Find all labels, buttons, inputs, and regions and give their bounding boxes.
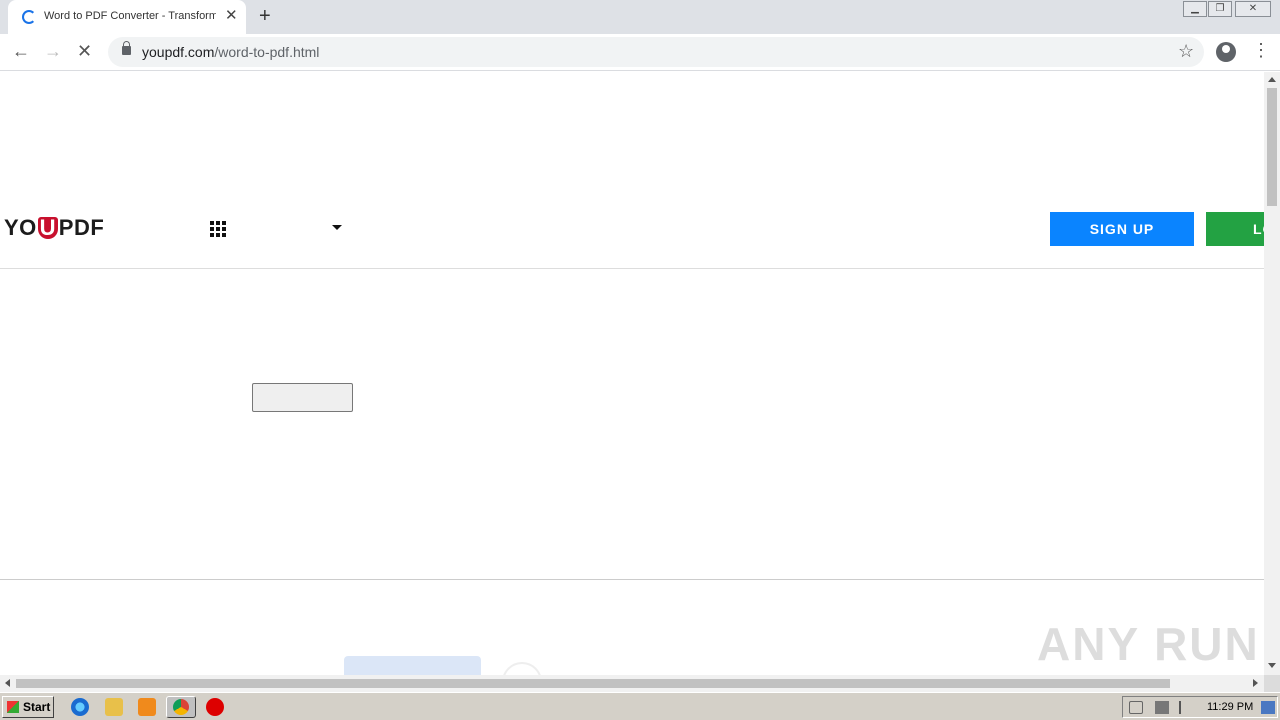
bookmark-star-icon[interactable]: ☆ [1178,41,1194,62]
browser-toolbar: ← → ✕ youpdf.com/word-to-pdf.html ☆ ⋮ [0,34,1280,71]
tab-close-button[interactable]: ✕ [225,8,238,24]
horizontal-scrollbar[interactable] [0,675,1264,692]
anyrun-watermark: ANY RUN [1037,618,1260,670]
logo-text-left: YO [4,215,37,240]
scrollbar-corner [1264,675,1280,692]
back-arrow-icon[interactable]: ← [12,41,30,61]
vertical-scrollbar[interactable] [1264,72,1280,675]
windows-taskbar: Start 11:29 PM [0,692,1280,720]
sign-up-button[interactable]: SIGN UP [1050,212,1194,246]
new-tab-button[interactable]: + [259,6,271,26]
logo-text-right: PDF [58,215,105,240]
header-divider [0,268,1264,269]
windows-flag-icon [7,701,19,713]
tab-title: Word to PDF Converter - Transform [44,10,216,22]
taskbar-clock[interactable]: 11:29 PM [1207,701,1253,713]
minimize-button[interactable]: ▁ [1183,1,1207,17]
dropdown-caret-icon[interactable] [332,225,342,230]
logo-u-mark: U [37,215,58,240]
browser-menu-icon[interactable]: ⋮ [1252,40,1270,61]
opera-icon[interactable] [206,698,224,716]
restore-button[interactable]: ❐ [1208,1,1232,17]
network-icon[interactable] [1155,701,1169,714]
section-divider [0,579,1264,580]
scroll-up-arrow-icon[interactable] [1268,77,1276,82]
start-label: Start [23,700,51,714]
speaker-icon[interactable] [1129,701,1143,714]
scroll-down-arrow-icon[interactable] [1268,663,1276,668]
scroll-right-arrow-icon[interactable] [1253,679,1258,687]
profile-avatar-icon[interactable] [1216,42,1236,62]
chrome-icon [173,699,189,715]
scroll-left-arrow-icon[interactable] [5,679,10,687]
url-text[interactable]: youpdf.com/word-to-pdf.html [142,44,319,60]
stop-loading-icon[interactable]: ✕ [77,41,92,61]
web-page: YOUPDF SIGN UP LOGIN ANY RUN [0,72,1264,675]
close-window-button[interactable]: ✕ [1235,1,1271,17]
start-button[interactable]: Start [2,696,54,718]
login-button[interactable]: LOGIN [1206,212,1264,246]
tab-strip: Word to PDF Converter - Transform ✕ + ▁ … [0,0,1280,34]
show-desktop-icon[interactable] [1261,701,1275,714]
upload-button-placeholder[interactable] [252,383,353,412]
url-path: /word-to-pdf.html [214,44,320,60]
vertical-scroll-thumb[interactable] [1267,88,1277,206]
chrome-taskbar-button[interactable] [166,696,196,718]
lock-icon[interactable] [122,41,131,55]
loading-spinner-icon [22,10,36,24]
media-player-icon[interactable] [138,698,156,716]
loading-circle-placeholder [502,662,542,675]
url-domain: youpdf.com [142,44,215,60]
action-center-flag-icon[interactable] [1179,701,1193,714]
apps-grid-icon[interactable] [210,221,226,237]
loading-button-placeholder[interactable] [344,656,481,675]
browser-tab[interactable]: Word to PDF Converter - Transform ✕ [8,0,246,34]
file-explorer-icon[interactable] [105,698,123,716]
internet-explorer-icon[interactable] [71,698,89,716]
system-tray: 11:29 PM [1122,696,1278,718]
forward-arrow-icon[interactable]: → [44,41,62,61]
horizontal-scroll-thumb[interactable] [16,679,1170,688]
address-bar[interactable]: youpdf.com/word-to-pdf.html ☆ [108,37,1204,67]
youpdf-logo[interactable]: YO U PDF [4,215,104,241]
